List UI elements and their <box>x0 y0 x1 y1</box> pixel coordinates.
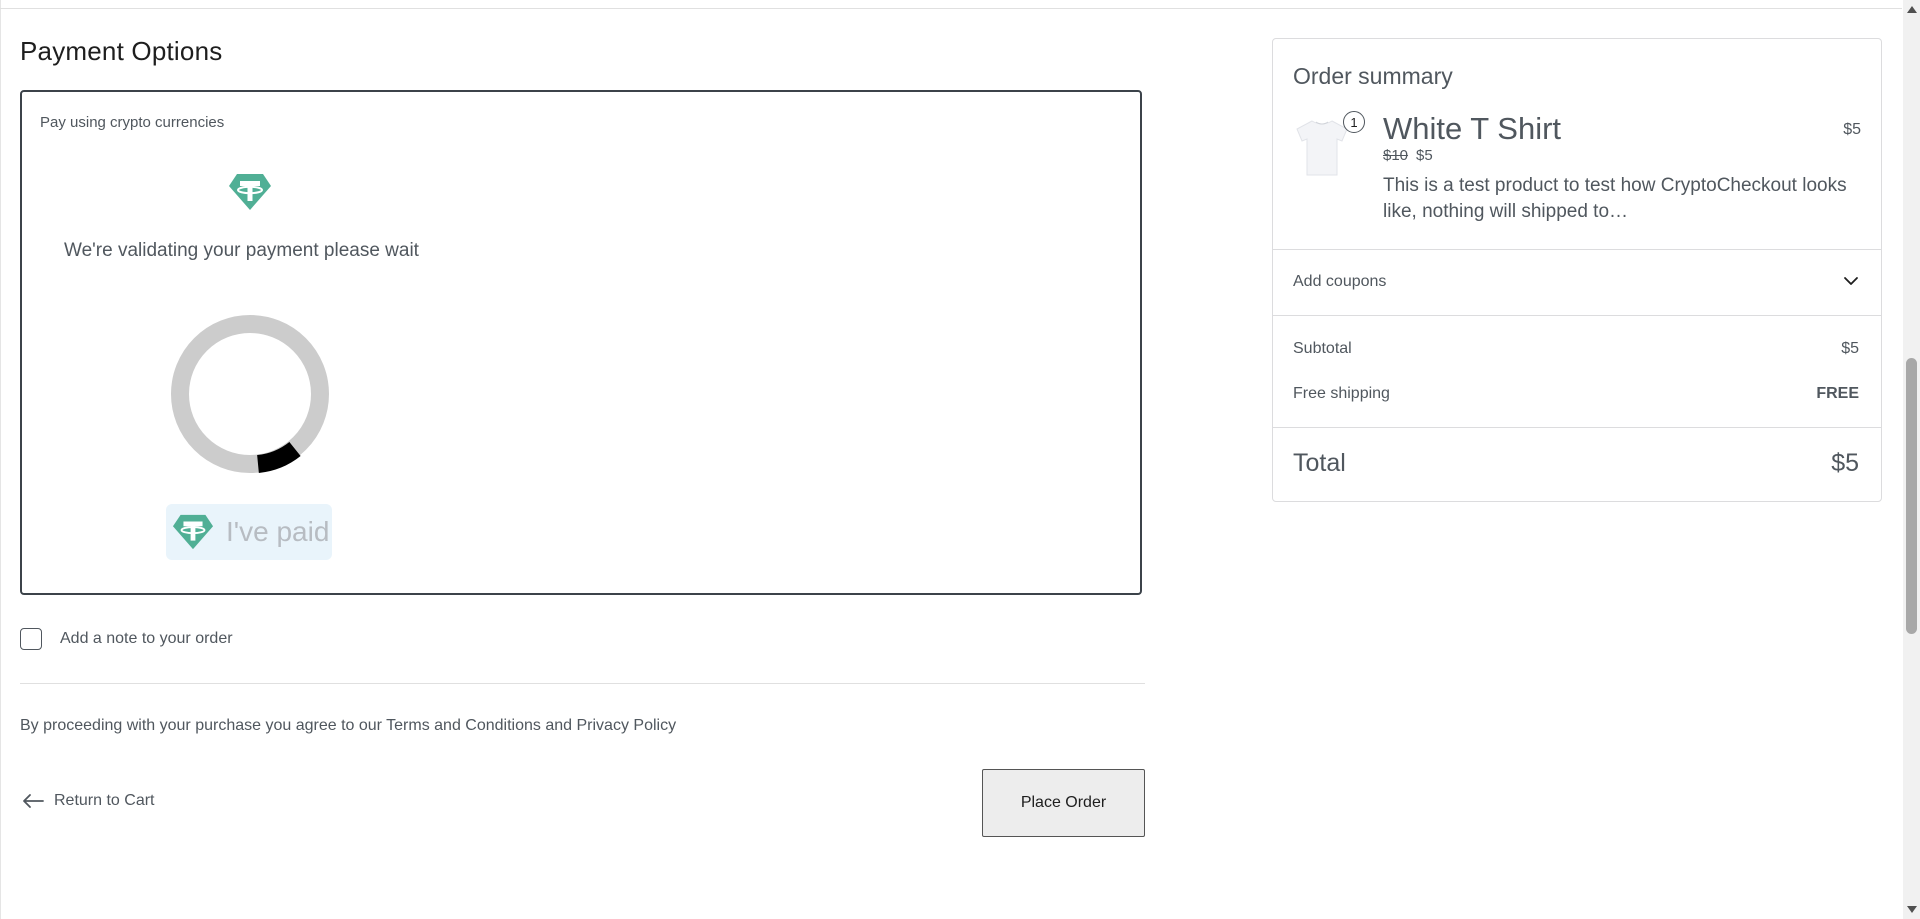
product-image <box>1295 117 1349 179</box>
privacy-link[interactable]: Privacy Policy <box>577 717 677 734</box>
scroll-thumb[interactable] <box>1906 358 1917 634</box>
shipping-row: Free shipping FREE <box>1293 385 1859 403</box>
payment-options-box: Pay using crypto currencies We're valida… <box>20 90 1142 595</box>
product-line-price: $5 <box>1843 121 1861 138</box>
return-to-cart-label: Return to Cart <box>54 792 155 809</box>
section-divider <box>20 683 1145 684</box>
product-description: This is a test product to test how Crypt… <box>1383 175 1847 222</box>
order-note-row[interactable]: Add a note to your order <box>20 628 233 650</box>
add-coupons-toggle[interactable]: Add coupons <box>1293 273 1859 291</box>
terms-prefix: By proceeding with your purchase you agr… <box>20 717 387 734</box>
terms-notice: By proceeding with your purchase you agr… <box>20 717 676 735</box>
order-note-checkbox[interactable] <box>20 628 42 650</box>
quantity-badge: 1 <box>1343 111 1365 133</box>
summary-divider <box>1273 249 1881 250</box>
shipping-value: FREE <box>1816 385 1859 402</box>
total-value: $5 <box>1831 449 1859 477</box>
summary-divider <box>1273 427 1881 428</box>
subtotal-value: $5 <box>1841 340 1859 357</box>
total-row: Total $5 <box>1293 449 1859 478</box>
terms-middle: and <box>540 717 577 734</box>
payment-method-label: Pay using crypto currencies <box>40 114 225 131</box>
place-order-button[interactable]: Place Order <box>982 769 1145 837</box>
payment-status-text: We're validating your payment please wai… <box>64 240 419 261</box>
ive-paid-button[interactable]: I've paid <box>166 504 332 560</box>
product-price-row: $10 $5 <box>1383 147 1433 164</box>
order-summary-panel: Order summary 1 White T Shirt $5 $10 $5 T… <box>1272 38 1882 502</box>
loading-spinner <box>170 314 330 479</box>
product-name: White T Shirt <box>1383 111 1562 146</box>
original-price: $10 <box>1383 147 1409 164</box>
arrow-left-icon <box>22 793 44 809</box>
tether-logo-icon <box>228 172 272 217</box>
order-summary-title: Order summary <box>1293 63 1453 89</box>
add-coupons-label: Add coupons <box>1293 273 1387 290</box>
subtotal-row: Subtotal $5 <box>1293 340 1859 358</box>
scroll-up-icon[interactable] <box>1907 6 1917 13</box>
return-to-cart-link[interactable]: Return to Cart <box>22 792 154 810</box>
checkout-page: Payment Options Pay using crypto currenc… <box>0 0 1920 919</box>
chevron-down-icon <box>1843 273 1859 291</box>
shipping-label: Free shipping <box>1293 385 1390 402</box>
page-scrollbar[interactable] <box>1903 0 1920 919</box>
terms-link[interactable]: Terms and Conditions <box>386 717 541 734</box>
top-divider <box>0 8 1902 9</box>
scroll-down-icon[interactable] <box>1907 906 1917 913</box>
summary-divider <box>1273 315 1881 316</box>
sale-price: $5 <box>1416 147 1433 164</box>
order-note-label[interactable]: Add a note to your order <box>60 630 233 648</box>
payment-options-title: Payment Options <box>20 36 223 66</box>
subtotal-label: Subtotal <box>1293 340 1352 357</box>
ive-paid-label: I've paid <box>226 516 330 547</box>
left-border <box>0 0 1 919</box>
total-label: Total <box>1293 449 1346 477</box>
tether-logo-icon <box>172 512 214 552</box>
